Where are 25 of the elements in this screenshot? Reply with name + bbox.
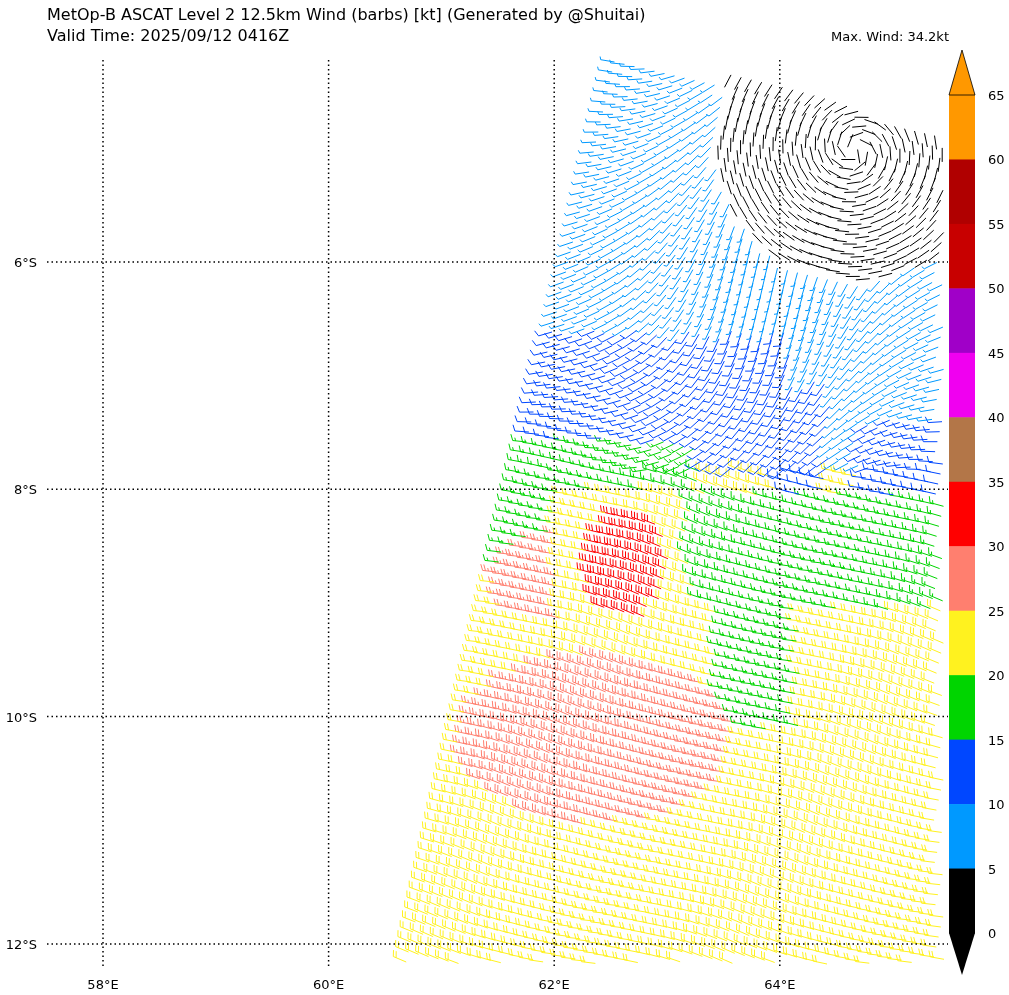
axis-tick-label: 60°E xyxy=(312,977,345,992)
colorbar-label: 65 xyxy=(988,88,1005,103)
colorbar-label: 10 xyxy=(988,797,1005,813)
max-wind-label: Max. Wind: 34.2kt xyxy=(831,29,949,46)
axis-tick-label: 10°S xyxy=(5,709,37,725)
colorbar-label: 40 xyxy=(988,410,1005,426)
colorbar-label: 30 xyxy=(988,539,1005,555)
colorbar-label: 0 xyxy=(988,926,997,941)
colorbar-label: 5 xyxy=(988,861,997,877)
colorbar-label: 20 xyxy=(988,668,1005,684)
chart-title: MetOp-B ASCAT Level 2 12.5km Wind (barbs) [kt] (Generated by @Shuitai) xyxy=(47,4,646,25)
colorbar-label: 35 xyxy=(988,474,1005,490)
axis-tick-label: 8°S xyxy=(13,482,37,498)
axis-tick-label: 6°S xyxy=(13,255,37,270)
colorbar-label: 25 xyxy=(988,603,1005,619)
colorbar-label: 15 xyxy=(988,732,1005,748)
colorbar-label: 60 xyxy=(988,152,1005,168)
axis-tick-label: 58°E xyxy=(87,977,119,992)
colorbar-label: 55 xyxy=(988,216,1005,232)
axis-tick-label: 64°E xyxy=(764,977,796,992)
valid-time-subtitle: Valid Time: 2025/09/12 0416Z xyxy=(47,25,291,46)
axis-tick-label: 62°E xyxy=(538,977,570,992)
colorbar-label: 45 xyxy=(988,345,1005,361)
axis-tick-label: 12°S xyxy=(5,936,37,952)
colorbar-label: 50 xyxy=(988,281,1005,297)
